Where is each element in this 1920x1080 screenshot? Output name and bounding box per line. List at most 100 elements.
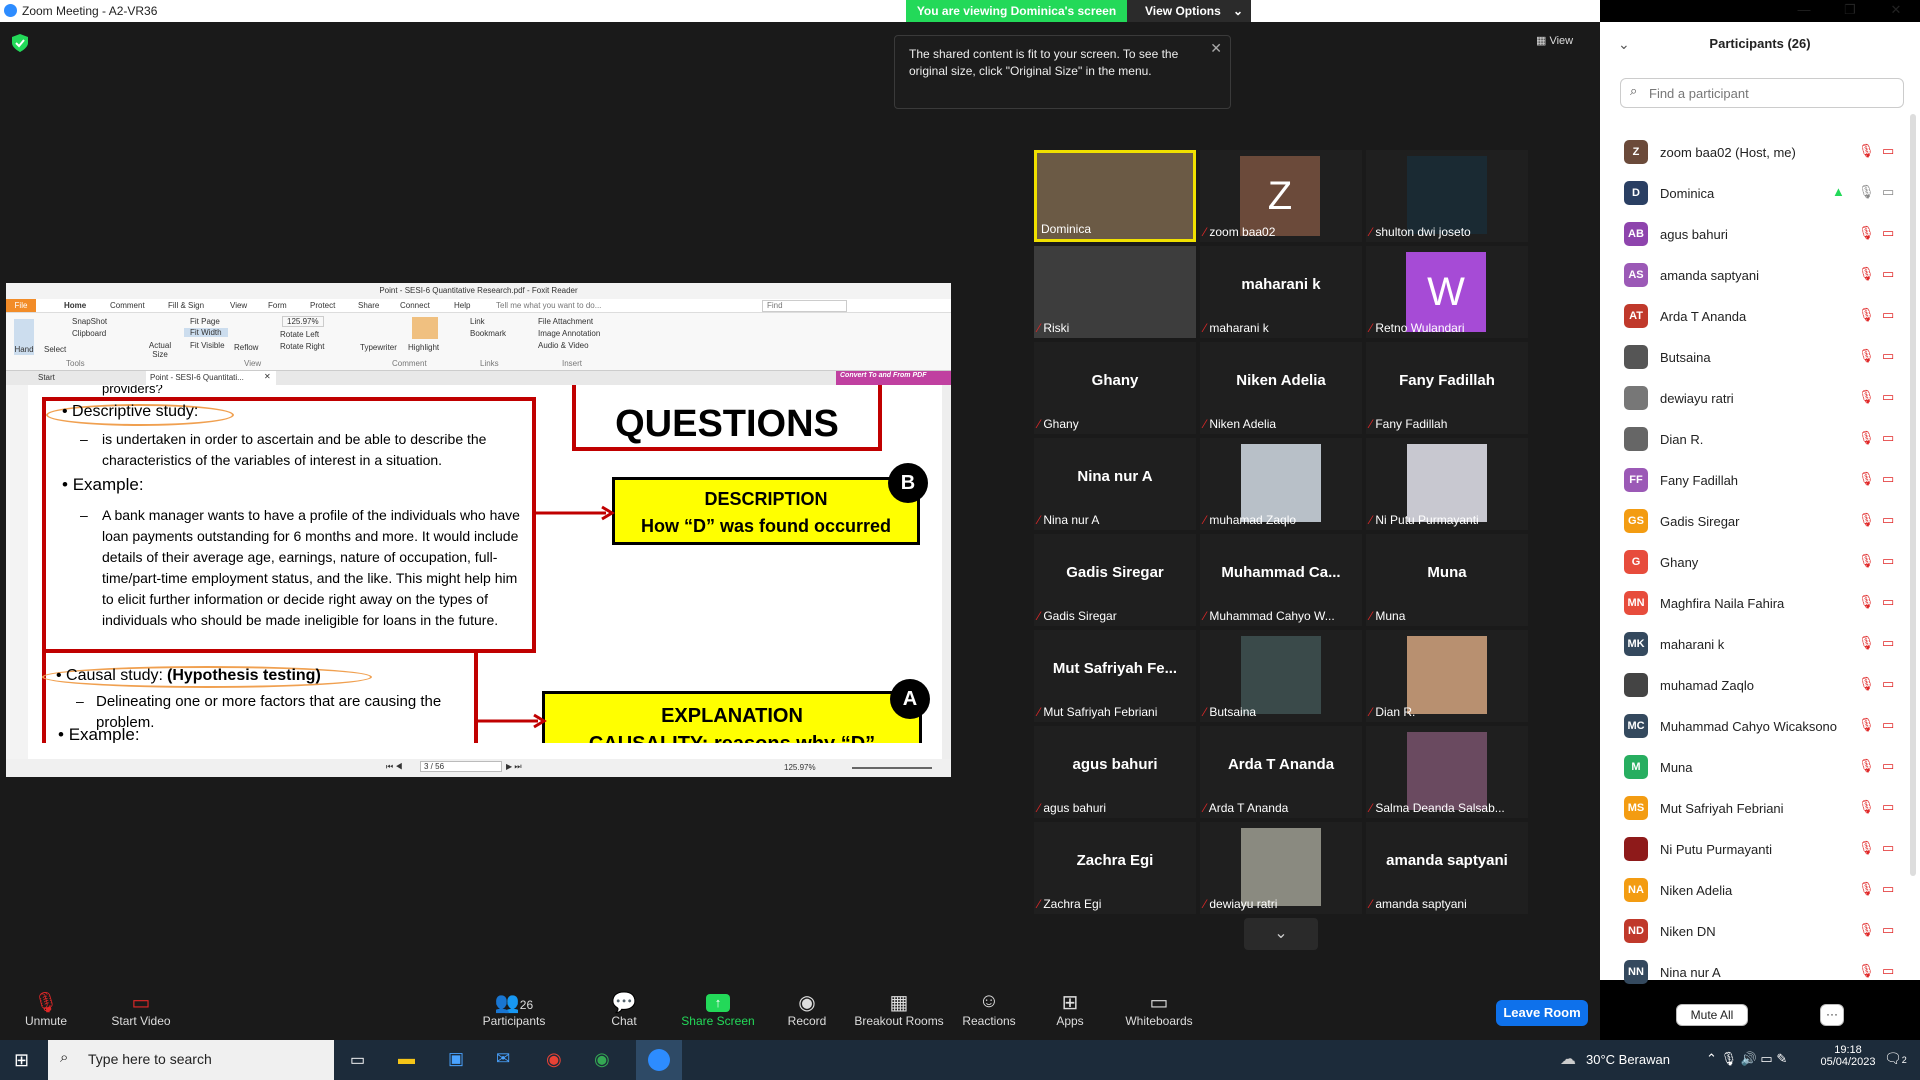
menu-protect[interactable]: Protect <box>310 301 335 310</box>
image-annotation-tool[interactable]: Image Annotation <box>538 329 600 338</box>
highlight-tool[interactable]: Highlight <box>408 343 439 352</box>
video-off-icon[interactable]: ▭ <box>1882 307 1894 323</box>
gallery-scroll-down-icon[interactable]: ⌄ <box>1244 918 1318 950</box>
view-options-button[interactable]: View Options ⌄ <box>1127 0 1251 22</box>
menu-share[interactable]: Share <box>358 301 379 310</box>
task-view-icon[interactable]: ▭ <box>350 1050 365 1070</box>
file-explorer-icon[interactable]: ▬ <box>398 1049 415 1069</box>
zoom-box[interactable]: 125.97% <box>282 316 324 327</box>
fit-width-tool[interactable]: Fit Width <box>184 328 228 337</box>
video-tile[interactable]: Niken Adelia ⁄ Niken Adelia <box>1200 342 1362 434</box>
video-off-icon[interactable]: ▭ <box>1882 799 1894 815</box>
mail-icon[interactable]: ✉ <box>496 1049 510 1069</box>
participant-row[interactable]: Dian R. 🎙 ▭ <box>1600 419 1920 460</box>
muted-mic-icon[interactable]: 🎙 <box>1858 922 1875 938</box>
participants-button[interactable]: 👥26 Participants <box>478 990 550 1028</box>
menu-connect[interactable]: Connect <box>400 301 430 310</box>
clock[interactable]: 19:18 05/04/2023 <box>1818 1044 1878 1068</box>
participant-row[interactable]: AS amanda saptyani 🎙 ▭ <box>1600 255 1920 296</box>
file-attachment-tool[interactable]: File Attachment <box>538 317 593 326</box>
menu-help[interactable]: Help <box>454 301 470 310</box>
menu-home[interactable]: Home <box>64 301 86 310</box>
participant-row[interactable]: NN Nina nur A 🎙 ▭ <box>1600 952 1920 993</box>
snapshot-tool[interactable]: SnapShot <box>72 317 107 326</box>
video-tile[interactable]: Fany Fadillah ⁄ Fany Fadillah <box>1366 342 1528 434</box>
taskbar-search-input[interactable]: Type here to search <box>48 1040 334 1080</box>
video-off-icon[interactable]: ▭ <box>1882 881 1894 897</box>
link-tool[interactable]: Link <box>470 317 485 326</box>
store-icon[interactable]: ▣ <box>448 1049 464 1069</box>
muted-mic-icon[interactable]: 🎙 <box>1858 635 1875 651</box>
video-off-icon[interactable]: ▭ <box>1882 758 1894 774</box>
muted-mic-icon[interactable]: 🎙 <box>1858 553 1875 569</box>
video-off-icon[interactable]: ▭ <box>1882 430 1894 446</box>
participant-row[interactable]: MK maharani k 🎙 ▭ <box>1600 624 1920 665</box>
video-off-icon[interactable]: ▭ <box>1882 184 1894 200</box>
fit-visible-tool[interactable]: Fit Visible <box>190 341 225 350</box>
video-tile[interactable]: ⁄ muhamad Zaqlo <box>1200 438 1362 530</box>
fit-page-tool[interactable]: Fit Page <box>190 317 220 326</box>
page-nav-icon[interactable]: ⏮ ◀ <box>386 762 403 772</box>
chrome-profile-icon[interactable]: ◉ <box>594 1049 610 1070</box>
video-tile[interactable]: Muhammad Ca... ⁄ Muhammad Cahyo W... <box>1200 534 1362 626</box>
more-options-icon[interactable]: ··· <box>1820 1004 1844 1026</box>
video-off-icon[interactable]: ▭ <box>1882 266 1894 282</box>
muted-mic-icon[interactable]: 🎙 <box>1858 594 1875 610</box>
video-off-icon[interactable]: ▭ <box>1882 676 1894 692</box>
participant-row[interactable]: Butsaina 🎙 ▭ <box>1600 337 1920 378</box>
windows-start-icon[interactable]: ⊞ <box>14 1050 29 1071</box>
participant-row[interactable]: M Muna 🎙 ▭ <box>1600 747 1920 788</box>
video-tile[interactable]: ⁄ Ni Putu Purmayanti <box>1366 438 1528 530</box>
participant-row[interactable]: muhamad Zaqlo 🎙 ▭ <box>1600 665 1920 706</box>
muted-mic-icon[interactable]: 🎙 <box>1858 348 1875 364</box>
video-tile[interactable]: ⁄ Butsaina <box>1200 630 1362 722</box>
tell-me-box[interactable]: Tell me what you want to do... <box>496 301 601 310</box>
participant-row[interactable]: MS Mut Safriyah Febriani 🎙 ▭ <box>1600 788 1920 829</box>
whiteboards-button[interactable]: ▭ Whiteboards <box>1124 990 1194 1028</box>
system-tray-icons[interactable]: ⌃ 🎙 🔊 ▭ ✎ <box>1706 1051 1787 1067</box>
participant-search-input[interactable]: Find a participant <box>1620 78 1904 108</box>
video-off-icon[interactable]: ▭ <box>1882 512 1894 528</box>
find-box[interactable]: Find <box>762 300 847 312</box>
video-off-icon[interactable]: ▭ <box>1882 471 1894 487</box>
rotate-right-tool[interactable]: Rotate Right <box>280 342 324 351</box>
video-tile[interactable]: Dominica <box>1034 150 1196 242</box>
video-tile[interactable]: ⁄ Riski <box>1034 246 1196 338</box>
video-off-icon[interactable]: ▭ <box>1882 553 1894 569</box>
restore-icon[interactable]: ❐ <box>1827 0 1873 22</box>
participant-row[interactable]: ND Niken DN 🎙 ▭ <box>1600 911 1920 952</box>
video-tile[interactable]: Gadis Siregar ⁄ Gadis Siregar <box>1034 534 1196 626</box>
muted-mic-icon[interactable]: 🎙 <box>1858 184 1875 200</box>
participant-row[interactable]: D Dominica ▲ 🎙 ▭ <box>1600 173 1920 214</box>
video-off-icon[interactable]: ▭ <box>1882 389 1894 405</box>
menu-fill-sign[interactable]: Fill & Sign <box>168 301 204 310</box>
muted-mic-icon[interactable]: 🎙 <box>1858 676 1875 692</box>
participant-row[interactable]: MN Maghfira Naila Fahira 🎙 ▭ <box>1600 583 1920 624</box>
clipboard-tool[interactable]: Clipboard <box>72 329 106 338</box>
start-video-button[interactable]: ▭ Start Video <box>106 990 176 1028</box>
participant-row[interactable]: AB agus bahuri 🎙 ▭ <box>1600 214 1920 255</box>
menu-form[interactable]: Form <box>268 301 287 310</box>
muted-mic-icon[interactable]: 🎙 <box>1858 471 1875 487</box>
participant-row[interactable]: FF Fany Fadillah 🎙 ▭ <box>1600 460 1920 501</box>
muted-mic-icon[interactable]: 🎙 <box>1858 225 1875 241</box>
view-button[interactable]: ▦ View <box>1536 34 1573 47</box>
video-tile[interactable]: Zachra Egi ⁄ Zachra Egi <box>1034 822 1196 914</box>
video-tile[interactable]: agus bahuri ⁄ agus bahuri <box>1034 726 1196 818</box>
video-off-icon[interactable]: ▭ <box>1882 840 1894 856</box>
muted-mic-icon[interactable]: 🎙 <box>1858 717 1875 733</box>
video-tile[interactable]: ⁄ Salma Deanda Salsab... <box>1366 726 1528 818</box>
muted-mic-icon[interactable]: 🎙 <box>1858 389 1875 405</box>
participant-row[interactable]: Zzoom baa02 (Host, me) 🎙 ▭ <box>1600 132 1920 173</box>
unmute-button[interactable]: 🎙 Unmute <box>18 990 74 1028</box>
bookmark-tool[interactable]: Bookmark <box>470 329 506 338</box>
tab-document[interactable]: Point - SESI-6 Quantitati... <box>146 371 276 385</box>
muted-mic-icon[interactable]: 🎙 <box>1858 430 1875 446</box>
video-off-icon[interactable]: ▭ <box>1882 594 1894 610</box>
video-tile[interactable]: Z ⁄ zoom baa02 <box>1200 150 1362 242</box>
breakout-rooms-button[interactable]: ▦ Breakout Rooms <box>852 990 946 1028</box>
page-number-box[interactable]: 3 / 56 <box>420 761 502 772</box>
video-off-icon[interactable]: ▭ <box>1882 635 1894 651</box>
reflow-tool[interactable]: Reflow <box>234 343 258 352</box>
tooltip-close-icon[interactable]: ✕ <box>1210 40 1222 57</box>
